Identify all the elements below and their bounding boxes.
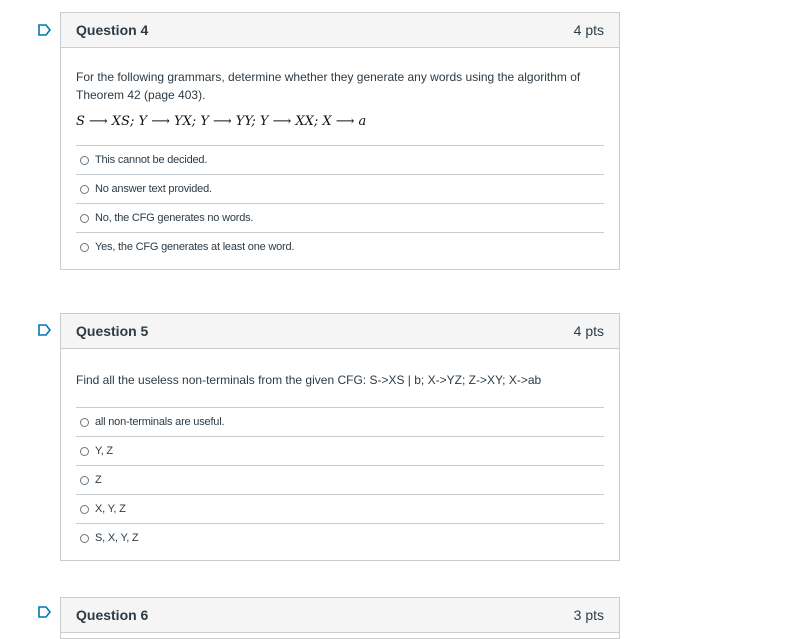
question-5: Question 5 4 pts Find all the useless no… — [60, 313, 620, 561]
radio-icon[interactable] — [80, 213, 89, 223]
answer-option[interactable]: all non-terminals are useful. — [76, 407, 604, 436]
answer-option[interactable]: X, Y, Z — [76, 494, 604, 523]
radio-icon[interactable] — [80, 533, 89, 543]
question-points: 4 pts — [573, 22, 604, 38]
answer-option[interactable]: Yes, the CFG generates at least one word… — [76, 232, 604, 261]
question-body: Find all the useless non-terminals from … — [61, 349, 619, 560]
answer-label: No answer text provided. — [95, 183, 212, 195]
answer-option[interactable]: S, X, Y, Z — [76, 523, 604, 552]
question-title: Question 5 — [76, 323, 149, 339]
radio-icon[interactable] — [80, 184, 89, 194]
answer-label: all non-terminals are useful. — [95, 416, 225, 428]
question-4: Question 4 4 pts For the following gramm… — [60, 12, 620, 270]
question-header: Question 5 4 pts — [61, 314, 619, 349]
answer-label: Y, Z — [95, 445, 113, 457]
flag-question-icon[interactable] — [38, 606, 51, 618]
question-header: Question 4 4 pts — [61, 13, 619, 48]
question-points: 4 pts — [573, 323, 604, 339]
radio-icon[interactable] — [80, 475, 89, 485]
flag-question-icon[interactable] — [38, 324, 51, 336]
answer-label: This cannot be decided. — [95, 154, 208, 166]
radio-icon[interactable] — [80, 417, 89, 427]
answer-list: all non-terminals are useful. Y, Z Z X, … — [76, 407, 604, 552]
answer-option[interactable]: No, the CFG generates no words. — [76, 203, 604, 232]
answer-option[interactable]: Y, Z — [76, 436, 604, 465]
radio-icon[interactable] — [80, 155, 89, 165]
answer-option[interactable]: No answer text provided. — [76, 174, 604, 203]
flag-question-icon[interactable] — [38, 24, 51, 36]
question-body: For the following grammars, determine wh… — [61, 48, 619, 269]
question-title: Question 6 — [76, 607, 149, 623]
answer-label: No, the CFG generates no words. — [95, 212, 254, 224]
question-text: Find all the useless non-terminals from … — [76, 373, 542, 387]
radio-icon[interactable] — [80, 446, 89, 456]
question-formula: S ⟶ XS; Y ⟶ YX; Y ⟶ YY; Y ⟶ XX; X ⟶ a — [76, 114, 367, 129]
answer-label: X, Y, Z — [95, 503, 126, 515]
question-title: Question 4 — [76, 22, 149, 38]
radio-icon[interactable] — [80, 504, 89, 514]
question-6: Question 6 3 pts — [60, 597, 620, 639]
answer-list: This cannot be decided. No answer text p… — [76, 145, 604, 261]
question-points: 3 pts — [573, 607, 604, 623]
answer-label: S, X, Y, Z — [95, 532, 139, 544]
answer-label: Yes, the CFG generates at least one word… — [95, 241, 295, 253]
radio-icon[interactable] — [80, 242, 89, 252]
answer-option[interactable]: This cannot be decided. — [76, 145, 604, 174]
question-header: Question 6 3 pts — [61, 598, 619, 633]
answer-option[interactable]: Z — [76, 465, 604, 494]
question-text: For the following grammars, determine wh… — [76, 70, 581, 102]
answer-label: Z — [95, 474, 102, 486]
